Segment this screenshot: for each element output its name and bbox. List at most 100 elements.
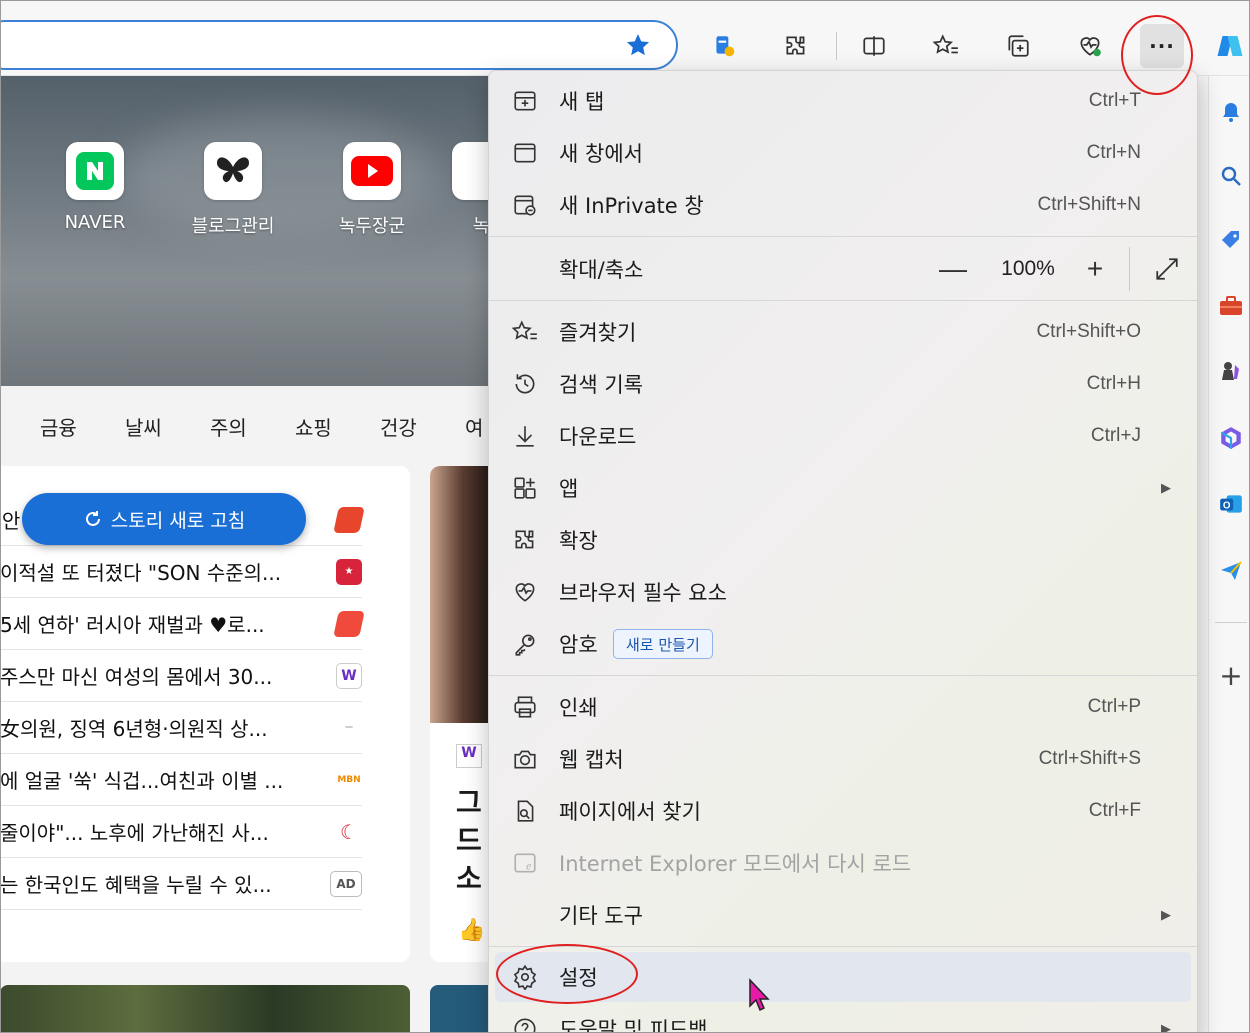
feed-item[interactable]: 는 한국인도 혜택을 누릴 수 있... AD — [0, 858, 362, 910]
menu-item-settings[interactable]: 설정 — [495, 952, 1191, 1002]
menu-divider — [489, 236, 1197, 237]
menu-item-help-feedback[interactable]: 도움말 및 피드백 ▶ — [495, 1004, 1191, 1033]
news-thumbnail[interactable] — [0, 985, 410, 1033]
menu-item-downloads[interactable]: 다운로드 Ctrl+J — [495, 411, 1191, 461]
new-window-icon — [509, 137, 541, 169]
publisher-logo-icon — [333, 610, 365, 637]
feed-item-title: 는 한국인도 혜택을 누릴 수 있... — [0, 873, 272, 897]
menu-item-new-window[interactable]: 새 창에서 Ctrl+N — [495, 128, 1191, 178]
menu-item-shortcut: Ctrl+N — [1086, 142, 1141, 163]
fullscreen-expand-icon[interactable] — [1150, 252, 1184, 286]
menu-item-find-in-page[interactable]: 페이지에서 찾기 Ctrl+F — [495, 786, 1191, 836]
password-key-icon — [509, 628, 541, 660]
menu-item-inprivate[interactable]: 새 InPrivate 창 Ctrl+Shift+N — [495, 180, 1191, 230]
extensions-icon — [509, 524, 541, 556]
menu-item-more-tools[interactable]: 기타 도구 ▶ — [495, 890, 1191, 940]
feed-item[interactable]: 5세 연하' 러시아 재벌과 ♥로... — [0, 598, 365, 650]
print-icon — [509, 691, 541, 723]
edge-sidebar: O + — [1208, 76, 1250, 1033]
menu-item-label: 설정 — [559, 966, 598, 990]
extensions-puzzle-icon[interactable] — [774, 24, 818, 68]
browser-toolbar: ··· — [0, 0, 1250, 76]
menu-item-extensions[interactable]: 확장 — [495, 515, 1191, 565]
menu-item-history[interactable]: 검색 기록 Ctrl+H — [495, 359, 1191, 409]
menu-item-label: 확장 — [559, 529, 598, 553]
quick-link-partial[interactable]: 녹 — [421, 142, 490, 238]
quick-link-youtube[interactable]: 녹두장군 — [312, 142, 432, 238]
games-chess-icon[interactable] — [1213, 354, 1249, 390]
menu-item-shortcut: Ctrl+J — [1090, 425, 1141, 446]
address-bar[interactable] — [0, 20, 678, 70]
feed-item[interactable]: 이적설 또 터졌다 "SON 수준의... ★ — [0, 546, 362, 598]
menu-item-shortcut: Ctrl+T — [1088, 90, 1141, 111]
menu-item-new-tab[interactable]: 새 탭 Ctrl+T — [495, 76, 1191, 126]
like-thumb-icon[interactable]: 👍 — [458, 918, 485, 943]
category-tab[interactable]: 쇼핑 — [295, 412, 332, 441]
browser-essentials-heart-icon[interactable] — [1068, 24, 1112, 68]
partial-tile-icon — [452, 142, 490, 200]
youtube-icon — [343, 142, 401, 200]
settings-and-more-menu: 새 탭 Ctrl+T 새 창에서 Ctrl+N 새 InPrivate 창 Ct… — [488, 70, 1198, 1033]
browser-essentials-icon — [509, 576, 541, 608]
menu-item-apps[interactable]: 앱 ▶ — [495, 463, 1191, 513]
quick-link-blog[interactable]: 블로그관리 — [173, 142, 293, 238]
menu-item-print[interactable]: 인쇄 Ctrl+P — [495, 682, 1191, 732]
feed-item[interactable]: 주스만 마신 여성의 몸에서 30... W — [0, 650, 362, 702]
menu-item-ie-mode: e Internet Explorer 모드에서 다시 로드 — [495, 838, 1191, 888]
quick-link-naver[interactable]: NAVER — [35, 142, 155, 233]
quick-link-label: NAVER — [64, 212, 126, 233]
add-sidebar-app-icon[interactable]: + — [1213, 658, 1249, 694]
category-tab[interactable]: 금융 — [40, 412, 77, 441]
refresh-stories-button[interactable]: 스토리 새로 고침 — [22, 493, 306, 545]
svg-text:e: e — [526, 859, 532, 873]
favorite-star-icon[interactable] — [620, 27, 656, 63]
feed-item[interactable]: 에 얼굴 '쑥' 식겁...여친과 이별 ... MBN — [0, 754, 362, 806]
menu-item-favorites[interactable]: 즐겨찾기 Ctrl+Shift+O — [495, 307, 1191, 357]
history-icon — [509, 368, 541, 400]
feed-item[interactable]: 줄이야"... 노후에 가난해진 사... ☾ — [0, 806, 362, 858]
more-dots-icon: ··· — [1149, 34, 1175, 58]
notification-bell-icon[interactable] — [1213, 94, 1249, 130]
menu-item-passwords[interactable]: 암호 새로 만들기 — [495, 619, 1191, 669]
menu-item-web-capture[interactable]: 웹 캡처 Ctrl+Shift+S — [495, 734, 1191, 784]
menu-item-shortcut: Ctrl+Shift+S — [1038, 748, 1141, 769]
submenu-arrow-icon: ▶ — [1161, 1021, 1171, 1033]
send-paper-plane-icon[interactable] — [1213, 552, 1249, 588]
menu-item-label: 암호 — [559, 633, 598, 657]
new-feature-badge[interactable]: 새로 만들기 — [613, 629, 713, 659]
publisher-logo-icon: MBN — [336, 766, 362, 793]
search-icon[interactable] — [1213, 158, 1249, 194]
menu-item-browser-essentials[interactable]: 브라우저 필수 요소 — [495, 567, 1191, 617]
microsoft365-icon[interactable] — [1213, 420, 1249, 456]
split-screen-icon[interactable] — [852, 24, 896, 68]
zoom-level: 100% — [1001, 257, 1055, 280]
tools-briefcase-icon[interactable] — [1213, 288, 1249, 324]
favorites-list-icon[interactable] — [924, 24, 968, 68]
zoom-out-button[interactable]: — — [935, 253, 971, 285]
menu-divider — [489, 300, 1197, 301]
category-tab[interactable]: 여 — [465, 412, 483, 441]
menu-item-label: 기타 도구 — [559, 904, 643, 928]
mouse-cursor-icon — [748, 978, 772, 1016]
outlook-icon[interactable]: O — [1213, 486, 1249, 522]
menu-item-label: 즐겨찾기 — [559, 321, 637, 345]
zoom-divider — [1129, 247, 1130, 291]
category-tab[interactable]: 주의 — [210, 412, 247, 441]
feed-item-title: 5세 연하' 러시아 재벌과 ♥로... — [0, 613, 265, 637]
page-action-icon[interactable] — [702, 24, 746, 68]
publisher-logo-icon: W — [456, 744, 482, 768]
toolbar-divider — [836, 32, 837, 60]
copilot-icon[interactable] — [1208, 24, 1250, 68]
category-tab[interactable]: 건강 — [380, 412, 417, 441]
quick-link-label: 녹두장군 — [338, 216, 406, 237]
category-tab[interactable]: 날씨 — [125, 412, 162, 441]
menu-divider — [489, 946, 1197, 947]
new-tab-icon — [509, 85, 541, 117]
feed-item-title: 주스만 마신 여성의 몸에서 30... — [0, 665, 273, 689]
settings-and-more-button[interactable]: ··· — [1140, 24, 1184, 68]
card-title-partial: 그 드 소 — [456, 786, 482, 895]
feed-item[interactable]: 女의원, 징역 6년형·의원직 상... ━━ — [0, 702, 362, 754]
shopping-tag-icon[interactable] — [1213, 222, 1249, 258]
collections-icon[interactable] — [996, 24, 1040, 68]
zoom-in-button[interactable]: + — [1077, 253, 1113, 285]
